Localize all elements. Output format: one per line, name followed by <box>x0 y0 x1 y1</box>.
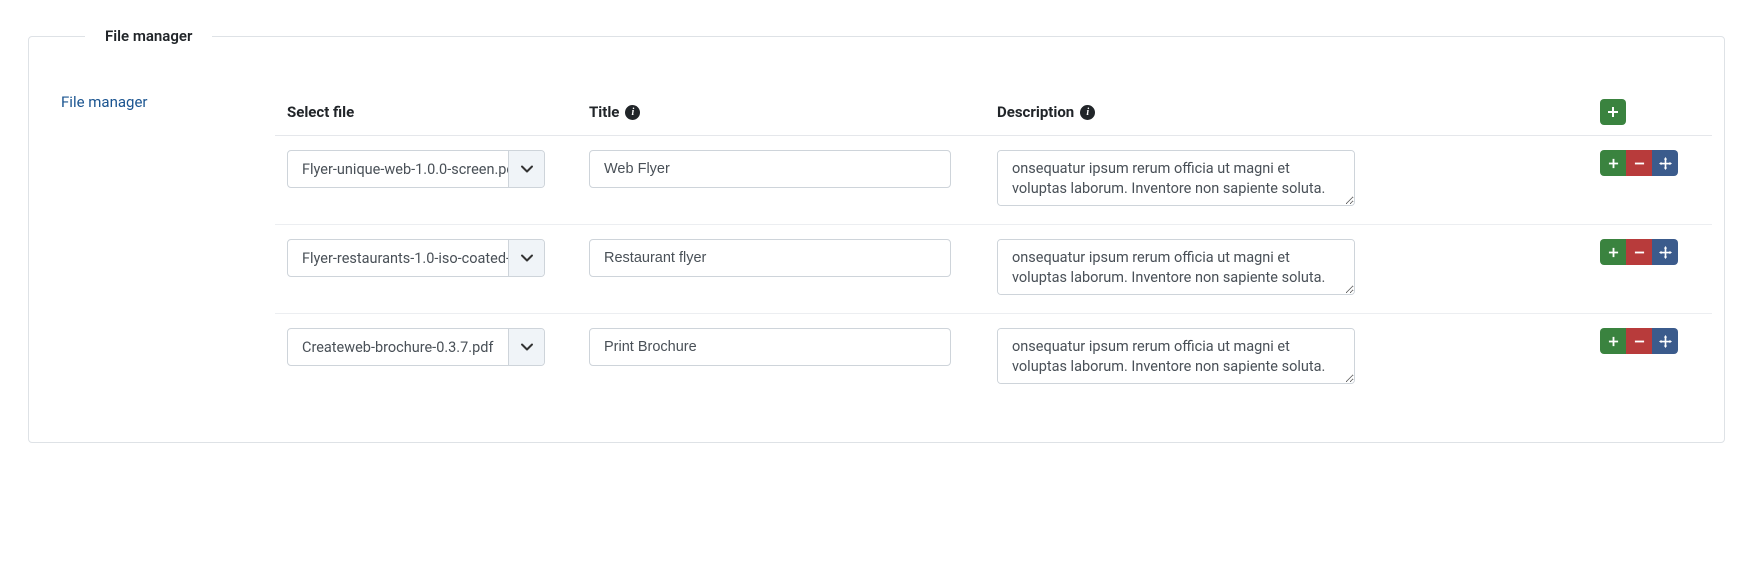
title-input[interactable] <box>589 239 951 277</box>
file-select-value[interactable]: Createweb-brochure-0.3.7.pdf <box>287 328 545 366</box>
minus-icon <box>1634 336 1645 347</box>
info-icon[interactable]: i <box>625 105 640 120</box>
file-select[interactable]: Createweb-brochure-0.3.7.pdf <box>287 328 545 366</box>
row-add-button[interactable] <box>1600 328 1626 354</box>
header-title: Title i <box>589 103 981 121</box>
table-row: Flyer-unique-web-1.0.0-screen.pdf onsequ… <box>275 136 1712 225</box>
row-move-button[interactable] <box>1652 239 1678 265</box>
header-description-text: Description <box>997 103 1074 121</box>
chevron-down-icon[interactable] <box>508 329 544 365</box>
minus-icon <box>1634 247 1645 258</box>
main-panel: Select file Title i Description i <box>275 85 1712 402</box>
row-actions <box>1600 150 1678 176</box>
row-actions <box>1600 239 1678 265</box>
move-icon <box>1659 335 1672 348</box>
chevron-down-icon[interactable] <box>508 240 544 276</box>
table-row: Flyer-restaurants-1.0-iso-coated-v2.pdf … <box>275 225 1712 314</box>
plus-icon <box>1608 336 1619 347</box>
description-input[interactable]: onsequatur ipsum rerum officia ut magni … <box>997 328 1355 384</box>
sidebar-item-file-manager[interactable]: File manager <box>61 85 251 119</box>
table-header-row: Select file Title i Description i <box>275 85 1712 136</box>
title-input[interactable] <box>589 328 951 366</box>
move-icon <box>1659 157 1672 170</box>
description-input[interactable]: onsequatur ipsum rerum officia ut magni … <box>997 150 1355 206</box>
row-move-button[interactable] <box>1652 150 1678 176</box>
fieldset-legend: File manager <box>85 27 212 45</box>
row-move-button[interactable] <box>1652 328 1678 354</box>
move-icon <box>1659 246 1672 259</box>
title-input[interactable] <box>589 150 951 188</box>
header-description: Description i <box>997 103 1584 121</box>
row-remove-button[interactable] <box>1626 328 1652 354</box>
file-manager-fieldset: File manager File manager Select file Ti… <box>28 36 1725 443</box>
file-select[interactable]: Flyer-restaurants-1.0-iso-coated-v2.pdf <box>287 239 545 277</box>
file-select-value[interactable]: Flyer-restaurants-1.0-iso-coated-v2.pdf <box>287 239 545 277</box>
plus-icon <box>1608 158 1619 169</box>
file-select-value[interactable]: Flyer-unique-web-1.0.0-screen.pdf <box>287 150 545 188</box>
row-actions <box>1600 328 1678 354</box>
chevron-down-icon[interactable] <box>508 151 544 187</box>
header-title-text: Title <box>589 103 619 121</box>
plus-icon <box>1608 247 1619 258</box>
add-row-button[interactable] <box>1600 99 1626 125</box>
sidebar: File manager <box>41 85 251 402</box>
plus-icon <box>1607 106 1619 118</box>
description-input[interactable]: onsequatur ipsum rerum officia ut magni … <box>997 239 1355 295</box>
minus-icon <box>1634 158 1645 169</box>
header-select-file: Select file <box>287 103 573 121</box>
row-add-button[interactable] <box>1600 239 1626 265</box>
table-row: Createweb-brochure-0.3.7.pdf onsequatur … <box>275 314 1712 402</box>
row-remove-button[interactable] <box>1626 150 1652 176</box>
row-add-button[interactable] <box>1600 150 1626 176</box>
file-select[interactable]: Flyer-unique-web-1.0.0-screen.pdf <box>287 150 545 188</box>
layout: File manager Select file Title i Descrip… <box>41 61 1712 402</box>
row-remove-button[interactable] <box>1626 239 1652 265</box>
info-icon[interactable]: i <box>1080 105 1095 120</box>
